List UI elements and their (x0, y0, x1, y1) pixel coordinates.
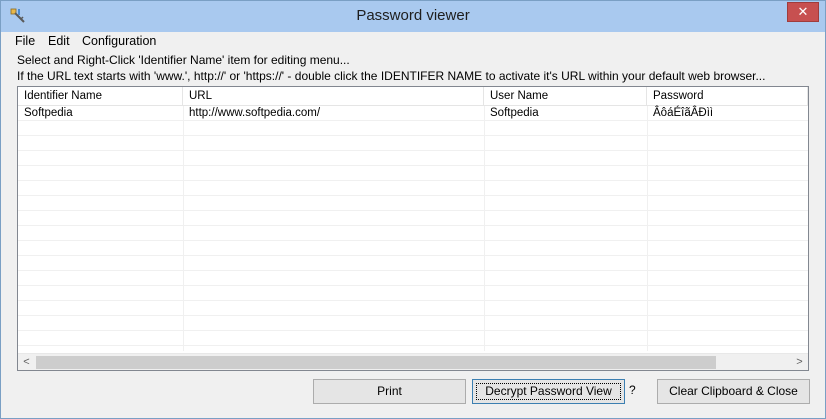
list-item (18, 211, 808, 226)
window-title: Password viewer (356, 7, 470, 24)
password-viewer-window: Password viewer ✕ File Edit Configuratio… (0, 0, 826, 419)
list-item (18, 196, 808, 211)
list-item (18, 166, 808, 181)
list-item (18, 226, 808, 241)
title-bar[interactable]: Password viewer ✕ (1, 1, 825, 32)
list-item (18, 151, 808, 166)
scroll-right-icon[interactable]: > (791, 354, 808, 370)
horizontal-scrollbar[interactable]: < > (18, 353, 808, 370)
clear-button-label: Clear Clipboard & Close (669, 384, 798, 398)
list-item (18, 286, 808, 301)
list-item (18, 271, 808, 286)
decrypt-button-label: Decrypt Password View (485, 384, 612, 398)
column-header-password[interactable]: Password (647, 87, 808, 106)
cell-username: Softpedia (490, 107, 539, 119)
column-header-username[interactable]: User Name (484, 87, 647, 106)
print-button[interactable]: Print (313, 379, 466, 404)
list-item (18, 241, 808, 256)
print-button-label: Print (377, 384, 402, 398)
clear-clipboard-close-button[interactable]: Clear Clipboard & Close (657, 379, 810, 404)
menu-file[interactable]: File (15, 34, 35, 48)
column-header-identifier[interactable]: Identifier Name (18, 87, 183, 106)
list-item (18, 136, 808, 151)
menu-bar: File Edit Configuration (2, 32, 824, 51)
list-item (18, 331, 808, 346)
password-list[interactable]: Identifier Name URL User Name Password S… (17, 86, 809, 371)
help-link[interactable]: ? (629, 383, 636, 397)
list-item (18, 301, 808, 316)
list-item (18, 316, 808, 331)
menu-configuration[interactable]: Configuration (82, 34, 156, 48)
list-item (18, 181, 808, 196)
info-text-line2: If the URL text starts with 'www.', http… (17, 69, 766, 83)
list-item (18, 256, 808, 271)
cell-identifier: Softpedia (24, 107, 73, 119)
scroll-thumb[interactable] (36, 356, 716, 369)
list-header: Identifier Name URL User Name Password (18, 87, 808, 106)
scroll-left-icon[interactable]: < (18, 354, 35, 370)
list-item (18, 121, 808, 136)
decrypt-password-view-button[interactable]: Decrypt Password View (472, 379, 625, 404)
table-row[interactable]: Softpedia http://www.softpedia.com/ Soft… (18, 106, 808, 121)
info-text-line1: Select and Right-Click 'Identifier Name'… (17, 53, 350, 67)
cell-url: http://www.softpedia.com/ (189, 107, 321, 119)
column-header-url[interactable]: URL (183, 87, 484, 106)
close-button[interactable]: ✕ (787, 2, 819, 22)
menu-edit[interactable]: Edit (48, 34, 70, 48)
cell-password: ÂôáÉîãÂÐìì (653, 107, 714, 119)
